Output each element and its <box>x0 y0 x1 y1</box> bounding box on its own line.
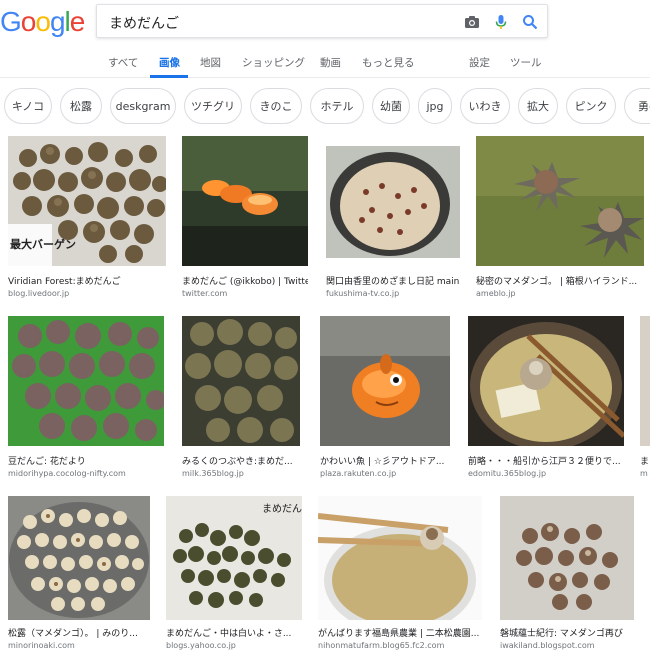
image-result[interactable]: がんばります福島県農業 | 二本松農園... nihonmatufarm.blo… <box>318 496 482 656</box>
result-thumbnail[interactable] <box>320 316 450 446</box>
result-title[interactable]: 前略・・・船引から江戸３２便りで... <box>468 454 624 467</box>
result-thumbnail[interactable] <box>318 496 482 620</box>
overlay-text: まめだん <box>262 503 302 515</box>
search-input[interactable]: まめだんご <box>109 13 179 33</box>
result-title[interactable]: 磐城蘊士紀行: マメダンゴ再び <box>500 626 634 639</box>
camera-icon[interactable] <box>463 13 481 31</box>
image-result[interactable]: ま m <box>640 316 650 482</box>
result-title[interactable]: まめだんご・中は白いよ・さ... <box>166 626 302 639</box>
result-title[interactable]: Viridian Forest:まめだんご <box>8 274 166 287</box>
tab-more[interactable]: もっと見る <box>362 55 415 70</box>
image-result[interactable]: 最大バーゲン Viridian Forest:まめだんご blog.livedo… <box>8 136 166 302</box>
image-result[interactable]: 前略・・・船引から江戸３２便りで... edomitu.365blog.jp <box>468 316 624 482</box>
image-result[interactable]: 秘密のマメダンゴ。 | 箱根ハイランド... ameblo.jp <box>476 136 644 302</box>
tab-images[interactable]: 画像 <box>159 55 180 70</box>
result-thumbnail[interactable]: まめだん <box>166 496 302 620</box>
image-result[interactable]: 松露（マメダンゴ）。 | みのり... minorinoaki.com <box>8 496 150 656</box>
microphone-icon[interactable] <box>492 13 510 31</box>
chip[interactable]: ピンク <box>566 88 616 124</box>
search-box[interactable]: まめだんご <box>96 4 548 38</box>
image-result[interactable]: かわいい魚 | ☆彡アウトドア... plaza.rakuten.co.jp <box>320 316 450 482</box>
result-thumbnail[interactable] <box>500 496 634 620</box>
result-source[interactable]: twitter.com <box>182 289 308 298</box>
result-thumbnail[interactable] <box>468 316 624 446</box>
result-title[interactable]: ま <box>640 454 650 467</box>
logo-letter: o <box>35 6 51 37</box>
tab-settings[interactable]: 設定 <box>469 55 490 70</box>
chip[interactable]: 拡大 <box>518 88 558 124</box>
image-result[interactable]: まめだん まめだんご・中は白いよ・さ... blogs.yahoo.co.jp <box>166 496 302 656</box>
result-thumbnail[interactable] <box>182 316 300 446</box>
result-title[interactable]: 秘密のマメダンゴ。 | 箱根ハイランド... <box>476 274 644 287</box>
result-source[interactable]: m <box>640 469 650 478</box>
search-icon[interactable] <box>521 13 539 31</box>
result-source[interactable]: milk.365blog.jp <box>182 469 300 478</box>
header: Google まめだんご <box>0 0 650 44</box>
result-thumbnail[interactable]: 最大バーゲン <box>8 136 166 266</box>
chip[interactable]: 松露 <box>60 88 102 124</box>
result-source[interactable]: fukushima-tv.co.jp <box>326 289 460 298</box>
result-title[interactable]: 松露（マメダンゴ）。 | みのり... <box>8 626 150 639</box>
result-source[interactable]: blog.livedoor.jp <box>8 289 166 298</box>
image-result[interactable]: 磐城蘊士紀行: マメダンゴ再び iwakiland.blogspot.com <box>500 496 634 656</box>
result-thumbnail[interactable] <box>640 316 650 446</box>
result-source[interactable]: ameblo.jp <box>476 289 644 298</box>
result-source[interactable]: plaza.rakuten.co.jp <box>320 469 450 478</box>
logo-letter: o <box>20 6 37 37</box>
tab-all[interactable]: すべて <box>108 55 138 70</box>
result-source[interactable]: minorinoaki.com <box>8 641 150 650</box>
result-thumbnail[interactable] <box>8 496 150 620</box>
result-title[interactable]: みるくのつぶやき:まめだ... <box>182 454 300 467</box>
result-title[interactable]: かわいい魚 | ☆彡アウトドア... <box>320 454 450 467</box>
related-searches: キノコ 松露 deskgram ツチグリ きのこ ホテル 幼菌 jpg いわき … <box>0 88 650 126</box>
tab-videos[interactable]: 動画 <box>320 55 341 70</box>
result-title[interactable]: 関口由香里のめざまし日記 main <box>326 274 460 287</box>
image-result[interactable]: みるくのつぶやき:まめだ... milk.365blog.jp <box>182 316 300 482</box>
result-title[interactable]: まめだんご (@ikkobo) | Twitter <box>182 274 308 287</box>
result-source[interactable]: midorihypa.cocolog-nifty.com <box>8 469 164 478</box>
logo-letter: G <box>0 6 22 37</box>
chip[interactable]: ツチグリ <box>184 88 242 124</box>
chip[interactable]: いわき <box>460 88 510 124</box>
chip[interactable]: ホテル <box>310 88 364 124</box>
image-result[interactable]: まめだんご (@ikkobo) | Twitter twitter.com <box>182 136 308 302</box>
logo-letter: g <box>49 6 66 37</box>
result-thumbnail[interactable] <box>8 316 164 446</box>
search-tabs: すべて 画像 地図 ショッピング 動画 もっと見る 設定 ツール <box>0 50 650 78</box>
chip[interactable]: きのこ <box>250 88 302 124</box>
image-result[interactable]: 豆だんご: 花だより midorihypa.cocolog-nifty.com <box>8 316 164 482</box>
chip[interactable]: 勇平 <box>624 88 650 124</box>
overlay-text: 最大バーゲン <box>10 237 76 251</box>
result-source[interactable]: nihonmatufarm.blog65.fc2.com <box>318 641 482 650</box>
active-tab-indicator <box>150 75 188 78</box>
result-thumbnail[interactable] <box>326 146 460 258</box>
result-title[interactable]: がんばります福島県農業 | 二本松農園... <box>318 626 482 639</box>
result-source[interactable]: blogs.yahoo.co.jp <box>166 641 302 650</box>
chip[interactable]: deskgram <box>110 88 176 124</box>
google-logo[interactable]: Google <box>0 6 86 38</box>
image-result[interactable]: 関口由香里のめざまし日記 main fukushima-tv.co.jp <box>326 146 460 302</box>
chip[interactable]: キノコ <box>4 88 52 124</box>
result-source[interactable]: iwakiland.blogspot.com <box>500 641 634 650</box>
chip[interactable]: 幼菌 <box>372 88 410 124</box>
result-thumbnail[interactable] <box>182 136 308 266</box>
chip[interactable]: jpg <box>418 88 452 124</box>
result-source[interactable]: edomitu.365blog.jp <box>468 469 624 478</box>
result-thumbnail[interactable] <box>476 136 644 266</box>
tab-shopping[interactable]: ショッピング <box>242 55 305 70</box>
tab-maps[interactable]: 地図 <box>200 55 221 70</box>
result-title[interactable]: 豆だんご: 花だより <box>8 454 164 467</box>
logo-letter: e <box>69 6 86 37</box>
tab-tools[interactable]: ツール <box>510 55 542 70</box>
